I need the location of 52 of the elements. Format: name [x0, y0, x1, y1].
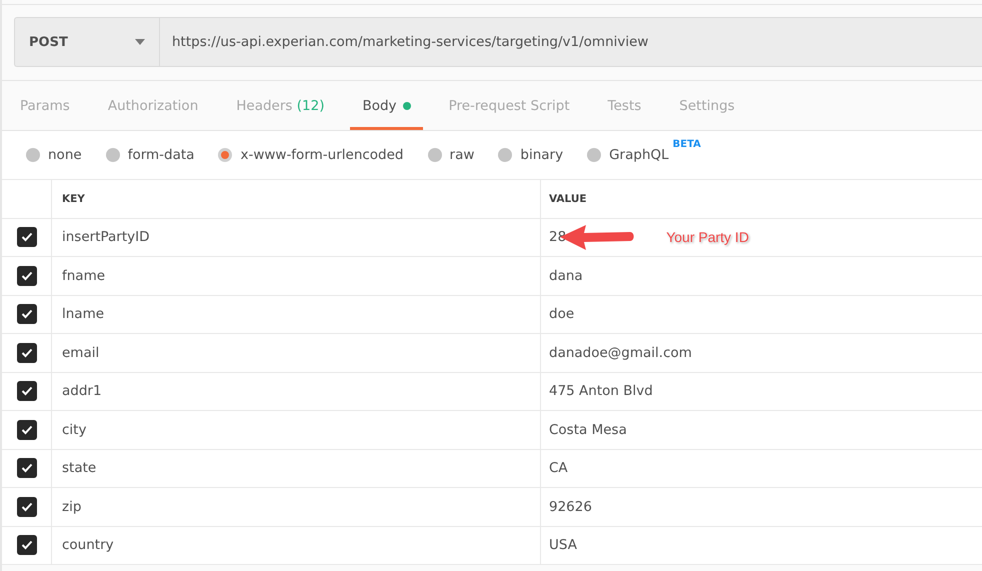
table-cell: addr1: [62, 383, 102, 400]
checkbox[interactable]: [16, 458, 36, 478]
check-icon: [20, 309, 32, 320]
check-icon: [20, 270, 32, 281]
table-cell: 475 Anton Blvd: [549, 383, 653, 400]
table-cell: danadoe@gmail.com: [549, 344, 692, 361]
radio-label[interactable]: raw: [450, 147, 474, 163]
checkbox[interactable]: [16, 535, 36, 556]
check-icon: [20, 502, 32, 512]
radio-button[interactable]: [498, 148, 512, 162]
radio-label[interactable]: x-www-form-urlencoded: [240, 147, 404, 163]
table-cell: Costa Mesa: [549, 422, 627, 438]
checkbox[interactable]: [16, 496, 36, 517]
column-header: KEY: [62, 192, 85, 205]
radio-button[interactable]: [428, 148, 442, 162]
table-cell: lname: [62, 306, 104, 322]
check-icon: [20, 424, 32, 435]
radio-label[interactable]: form-data: [128, 147, 194, 163]
table-cell: CA: [549, 460, 568, 476]
column-header: VALUE: [549, 192, 587, 205]
checkbox[interactable]: [16, 420, 36, 440]
radio-button[interactable]: [218, 148, 232, 162]
check-icon: [20, 463, 32, 474]
table-cell: insertPartyID: [62, 229, 150, 246]
checkbox[interactable]: [16, 304, 36, 324]
table-cell: USA: [549, 537, 577, 554]
checkbox[interactable]: [16, 227, 36, 248]
table-cell: dana: [549, 268, 583, 284]
table-cell: city: [62, 422, 86, 438]
check-icon: [20, 386, 32, 396]
table-cell: state: [62, 460, 96, 476]
beta-label: BETA: [672, 139, 701, 150]
table-cell: doe: [549, 306, 574, 322]
table-cell: zip: [62, 498, 82, 515]
radio-button[interactable]: [587, 148, 602, 162]
radio-label[interactable]: none: [48, 147, 82, 163]
radio-button[interactable]: [26, 148, 40, 162]
radio-label[interactable]: binary: [520, 147, 564, 163]
checkbox[interactable]: [16, 342, 36, 363]
check-icon: [20, 348, 32, 358]
table-cell: country: [62, 537, 114, 554]
checkbox[interactable]: [16, 381, 36, 402]
count-label: (12): [296, 98, 324, 114]
checkbox[interactable]: [16, 266, 36, 286]
table-cell: 92626: [549, 498, 592, 515]
radio-button[interactable]: [106, 148, 120, 162]
check-icon: [20, 540, 32, 550]
annotation-text: Your Party ID: [666, 229, 749, 246]
radio-label[interactable]: GraphQL: [609, 147, 669, 163]
table-cell: fname: [62, 268, 106, 284]
check-icon: [20, 232, 32, 242]
table-cell: email: [62, 344, 100, 361]
